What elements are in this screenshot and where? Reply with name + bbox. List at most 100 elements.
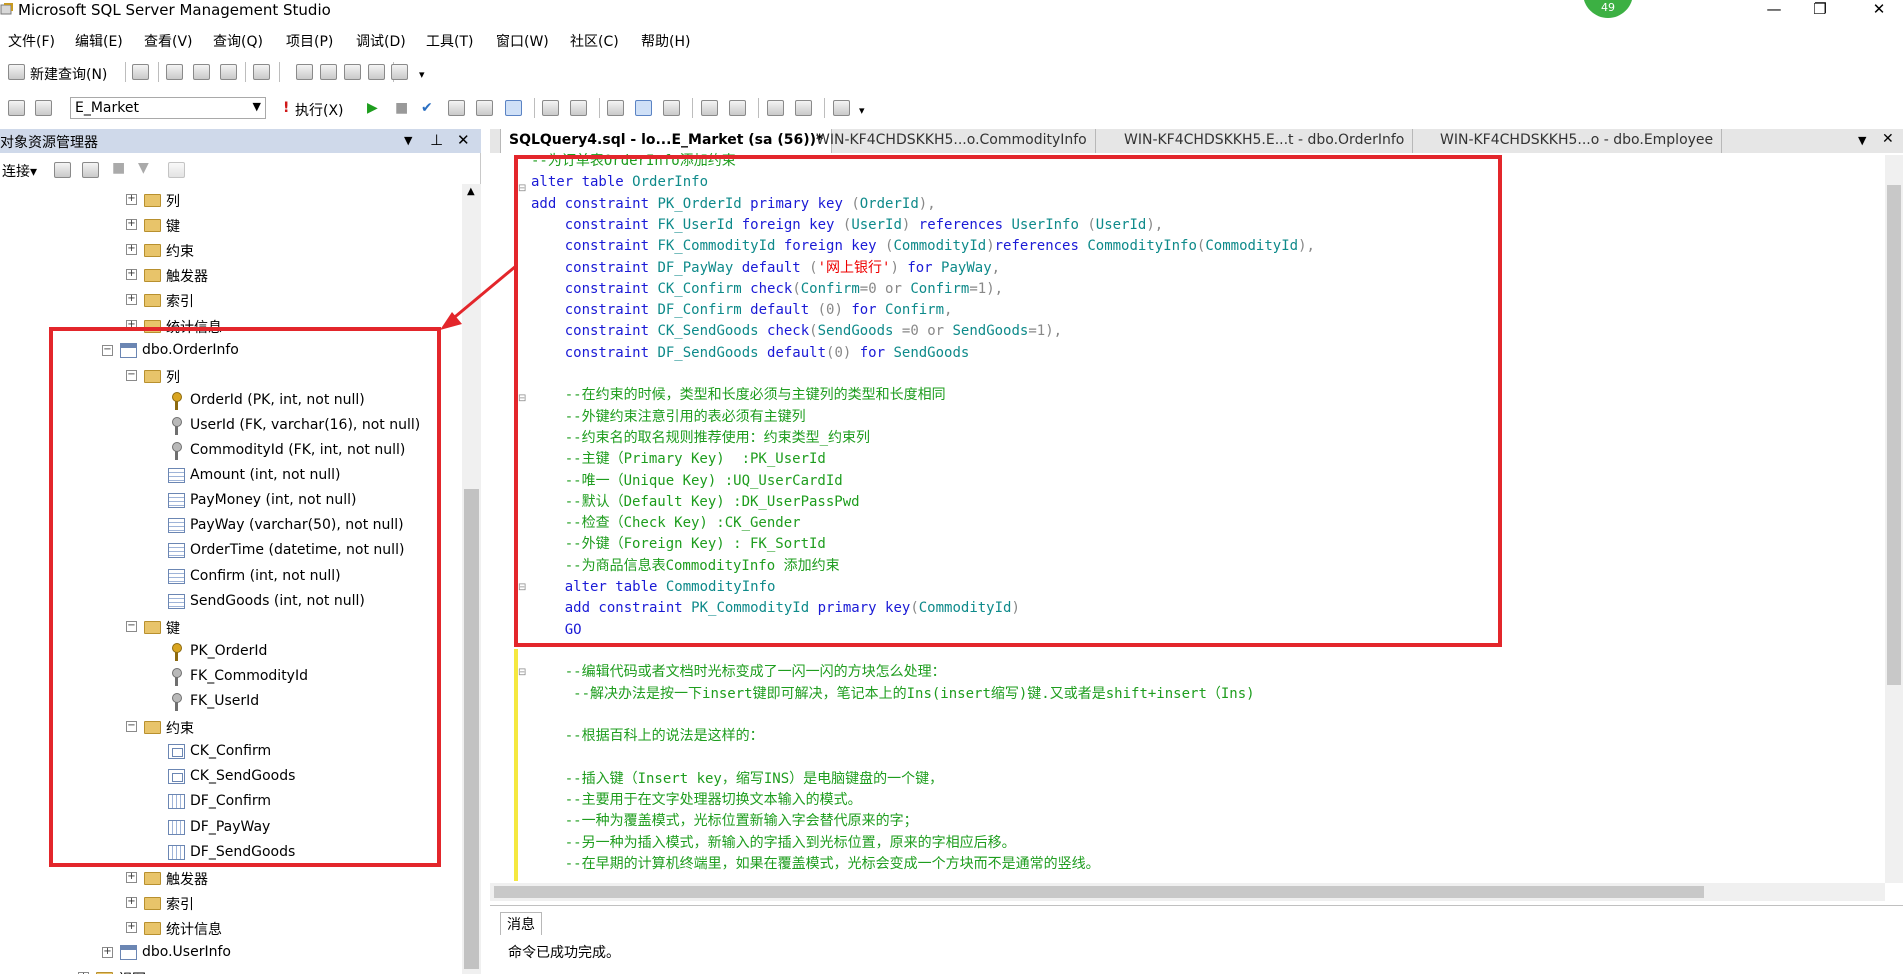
collapse-icon[interactable]: −: [126, 620, 137, 632]
parse-check-icon[interactable]: ✔: [421, 100, 433, 116]
expand-icon[interactable]: +: [126, 319, 137, 331]
refresh-icon[interactable]: [168, 162, 185, 178]
analysis-query-icon[interactable]: [166, 64, 183, 80]
minimize-button[interactable]: —: [1751, 0, 1797, 20]
tab-list-icon[interactable]: ▼: [1858, 134, 1866, 147]
tree-scrollbar[interactable]: ▲: [462, 184, 481, 974]
include-plan-icon[interactable]: [542, 100, 559, 116]
mdx-query-icon[interactable]: [193, 64, 210, 80]
activity-monitor-icon[interactable]: [391, 64, 408, 80]
expand-icon[interactable]: +: [126, 921, 137, 933]
connect-icon[interactable]: [8, 100, 25, 116]
menu-view[interactable]: 查看(V): [144, 31, 193, 51]
scrollbar-thumb[interactable]: [494, 886, 1704, 898]
notification-badge[interactable]: 49: [1583, 0, 1633, 18]
collapse-icon[interactable]: −: [126, 369, 137, 381]
code-line: --在约束的时候，类型和长度必须与主键列的类型和长度相同: [531, 385, 946, 406]
uncomment-icon[interactable]: [729, 100, 746, 116]
expand-icon[interactable]: +: [126, 896, 137, 908]
open-file-icon[interactable]: [296, 64, 313, 80]
print-icon[interactable]: [368, 64, 385, 80]
expand-icon[interactable]: +: [126, 871, 137, 883]
code-token: default: [741, 259, 810, 276]
xmla-query-icon[interactable]: [220, 64, 237, 80]
tab-employee[interactable]: WIN-KF4CHDSKKH5...o - dbo.Employee: [1432, 129, 1723, 153]
results-to-file-icon[interactable]: [663, 100, 680, 116]
editor-vertical-scrollbar[interactable]: [1885, 155, 1903, 883]
stop-icon[interactable]: ■: [395, 100, 408, 116]
stop-icon[interactable]: ■: [112, 160, 125, 176]
code-token: constraint: [564, 259, 658, 276]
execute-button[interactable]: 执行(X): [295, 100, 344, 120]
auto-hide-pin-icon[interactable]: ⊥: [430, 131, 443, 149]
results-to-grid-icon[interactable]: [505, 100, 522, 116]
results-grid-active-icon[interactable]: [635, 100, 652, 116]
new-file-icon[interactable]: [253, 64, 270, 80]
save-all-icon[interactable]: [344, 64, 361, 80]
editor-horizontal-scrollbar[interactable]: [490, 883, 1885, 901]
tab-orderinfo[interactable]: WIN-KF4CHDSKKH5.E...t - dbo.OrderInfo: [1116, 129, 1414, 153]
database-select[interactable]: E_Market ▼: [70, 97, 266, 119]
toolbar-overflow-icon[interactable]: ▾: [859, 104, 865, 117]
close-panel-icon[interactable]: ✕: [457, 131, 470, 149]
query-designer-icon[interactable]: [476, 100, 493, 116]
execute-icon[interactable]: !: [283, 100, 289, 116]
expand-icon[interactable]: +: [126, 294, 137, 306]
register-icon[interactable]: [82, 162, 99, 178]
specify-values-icon[interactable]: [833, 100, 850, 116]
tree-node-label: 约束: [166, 244, 194, 261]
close-window-button[interactable]: ✕: [1856, 0, 1902, 20]
connect-dropdown[interactable]: 连接▾: [2, 161, 37, 181]
menu-file[interactable]: 文件(F): [8, 31, 55, 51]
expand-icon[interactable]: +: [102, 947, 113, 958]
filter-icon[interactable]: ▼: [138, 160, 149, 176]
expand-icon[interactable]: +: [126, 244, 137, 256]
tab-messages[interactable]: 消息: [500, 912, 542, 935]
menu-project[interactable]: 项目(P): [286, 31, 333, 51]
expand-icon[interactable]: +: [126, 194, 137, 205]
tab-sqlquery4[interactable]: SQLQuery4.sql - lo...E_Market (sa (56))*: [500, 129, 833, 153]
close-tab-icon[interactable]: ✕: [1882, 131, 1894, 147]
collapse-icon[interactable]: ⊟: [518, 582, 526, 593]
new-query-button[interactable]: 新建查询(N): [30, 64, 107, 84]
collapse-icon[interactable]: −: [102, 344, 113, 356]
collapse-icon[interactable]: ⊟: [518, 393, 526, 404]
restore-button[interactable]: ❐: [1797, 0, 1843, 20]
debug-play-icon[interactable]: ▶: [367, 100, 378, 116]
collapse-icon[interactable]: ⊟: [518, 183, 526, 194]
display-plan-icon[interactable]: [448, 100, 465, 116]
collapse-icon[interactable]: ⊟: [518, 667, 526, 678]
increase-indent-icon[interactable]: [795, 100, 812, 116]
toolbar-separator: [534, 98, 535, 118]
disconnect-icon[interactable]: [54, 162, 71, 178]
menu-tools[interactable]: 工具(T): [426, 31, 473, 51]
results-to-text-icon[interactable]: [607, 100, 624, 116]
scroll-up-icon[interactable]: ▲: [467, 186, 475, 197]
comment-icon[interactable]: [701, 100, 718, 116]
menu-community[interactable]: 社区(C): [570, 31, 619, 51]
menu-window[interactable]: 窗口(W): [496, 31, 549, 51]
menu-edit[interactable]: 编辑(E): [75, 31, 123, 51]
scrollbar-thumb[interactable]: [464, 489, 479, 969]
decrease-indent-icon[interactable]: [767, 100, 784, 116]
expand-icon[interactable]: +: [126, 269, 137, 281]
client-statistics-icon[interactable]: [570, 100, 587, 116]
code-line: --外键约束注意引用的表必须有主键列: [531, 407, 806, 428]
save-icon[interactable]: [320, 64, 337, 80]
change-connection-icon[interactable]: [35, 100, 52, 116]
menu-debug[interactable]: 调试(D): [356, 31, 406, 51]
scrollbar-thumb[interactable]: [1887, 185, 1901, 685]
menu-help[interactable]: 帮助(H): [641, 31, 690, 51]
expand-icon[interactable]: +: [126, 219, 137, 231]
sql-editor[interactable]: ⊟ ⊟ ⊟ ⊟ --为订单表OrderInfo添加约束 alter table O…: [490, 153, 1885, 883]
menu-query[interactable]: 查询(Q): [213, 31, 263, 51]
window-position-icon[interactable]: ▼: [404, 134, 412, 147]
collapse-icon[interactable]: −: [126, 721, 137, 733]
tab-commodityinfo[interactable]: WIN-KF4CHDSKKH5...o.CommodityInfo: [808, 129, 1096, 153]
database-engine-query-icon[interactable]: [132, 64, 149, 80]
toolbar-overflow-icon[interactable]: ▾: [419, 68, 425, 81]
results-pane: 消息 命令已成功完成。: [490, 905, 1903, 974]
code-token: --为订单表OrderInfo添加约束: [531, 153, 736, 169]
new-query-icon[interactable]: [8, 64, 25, 80]
